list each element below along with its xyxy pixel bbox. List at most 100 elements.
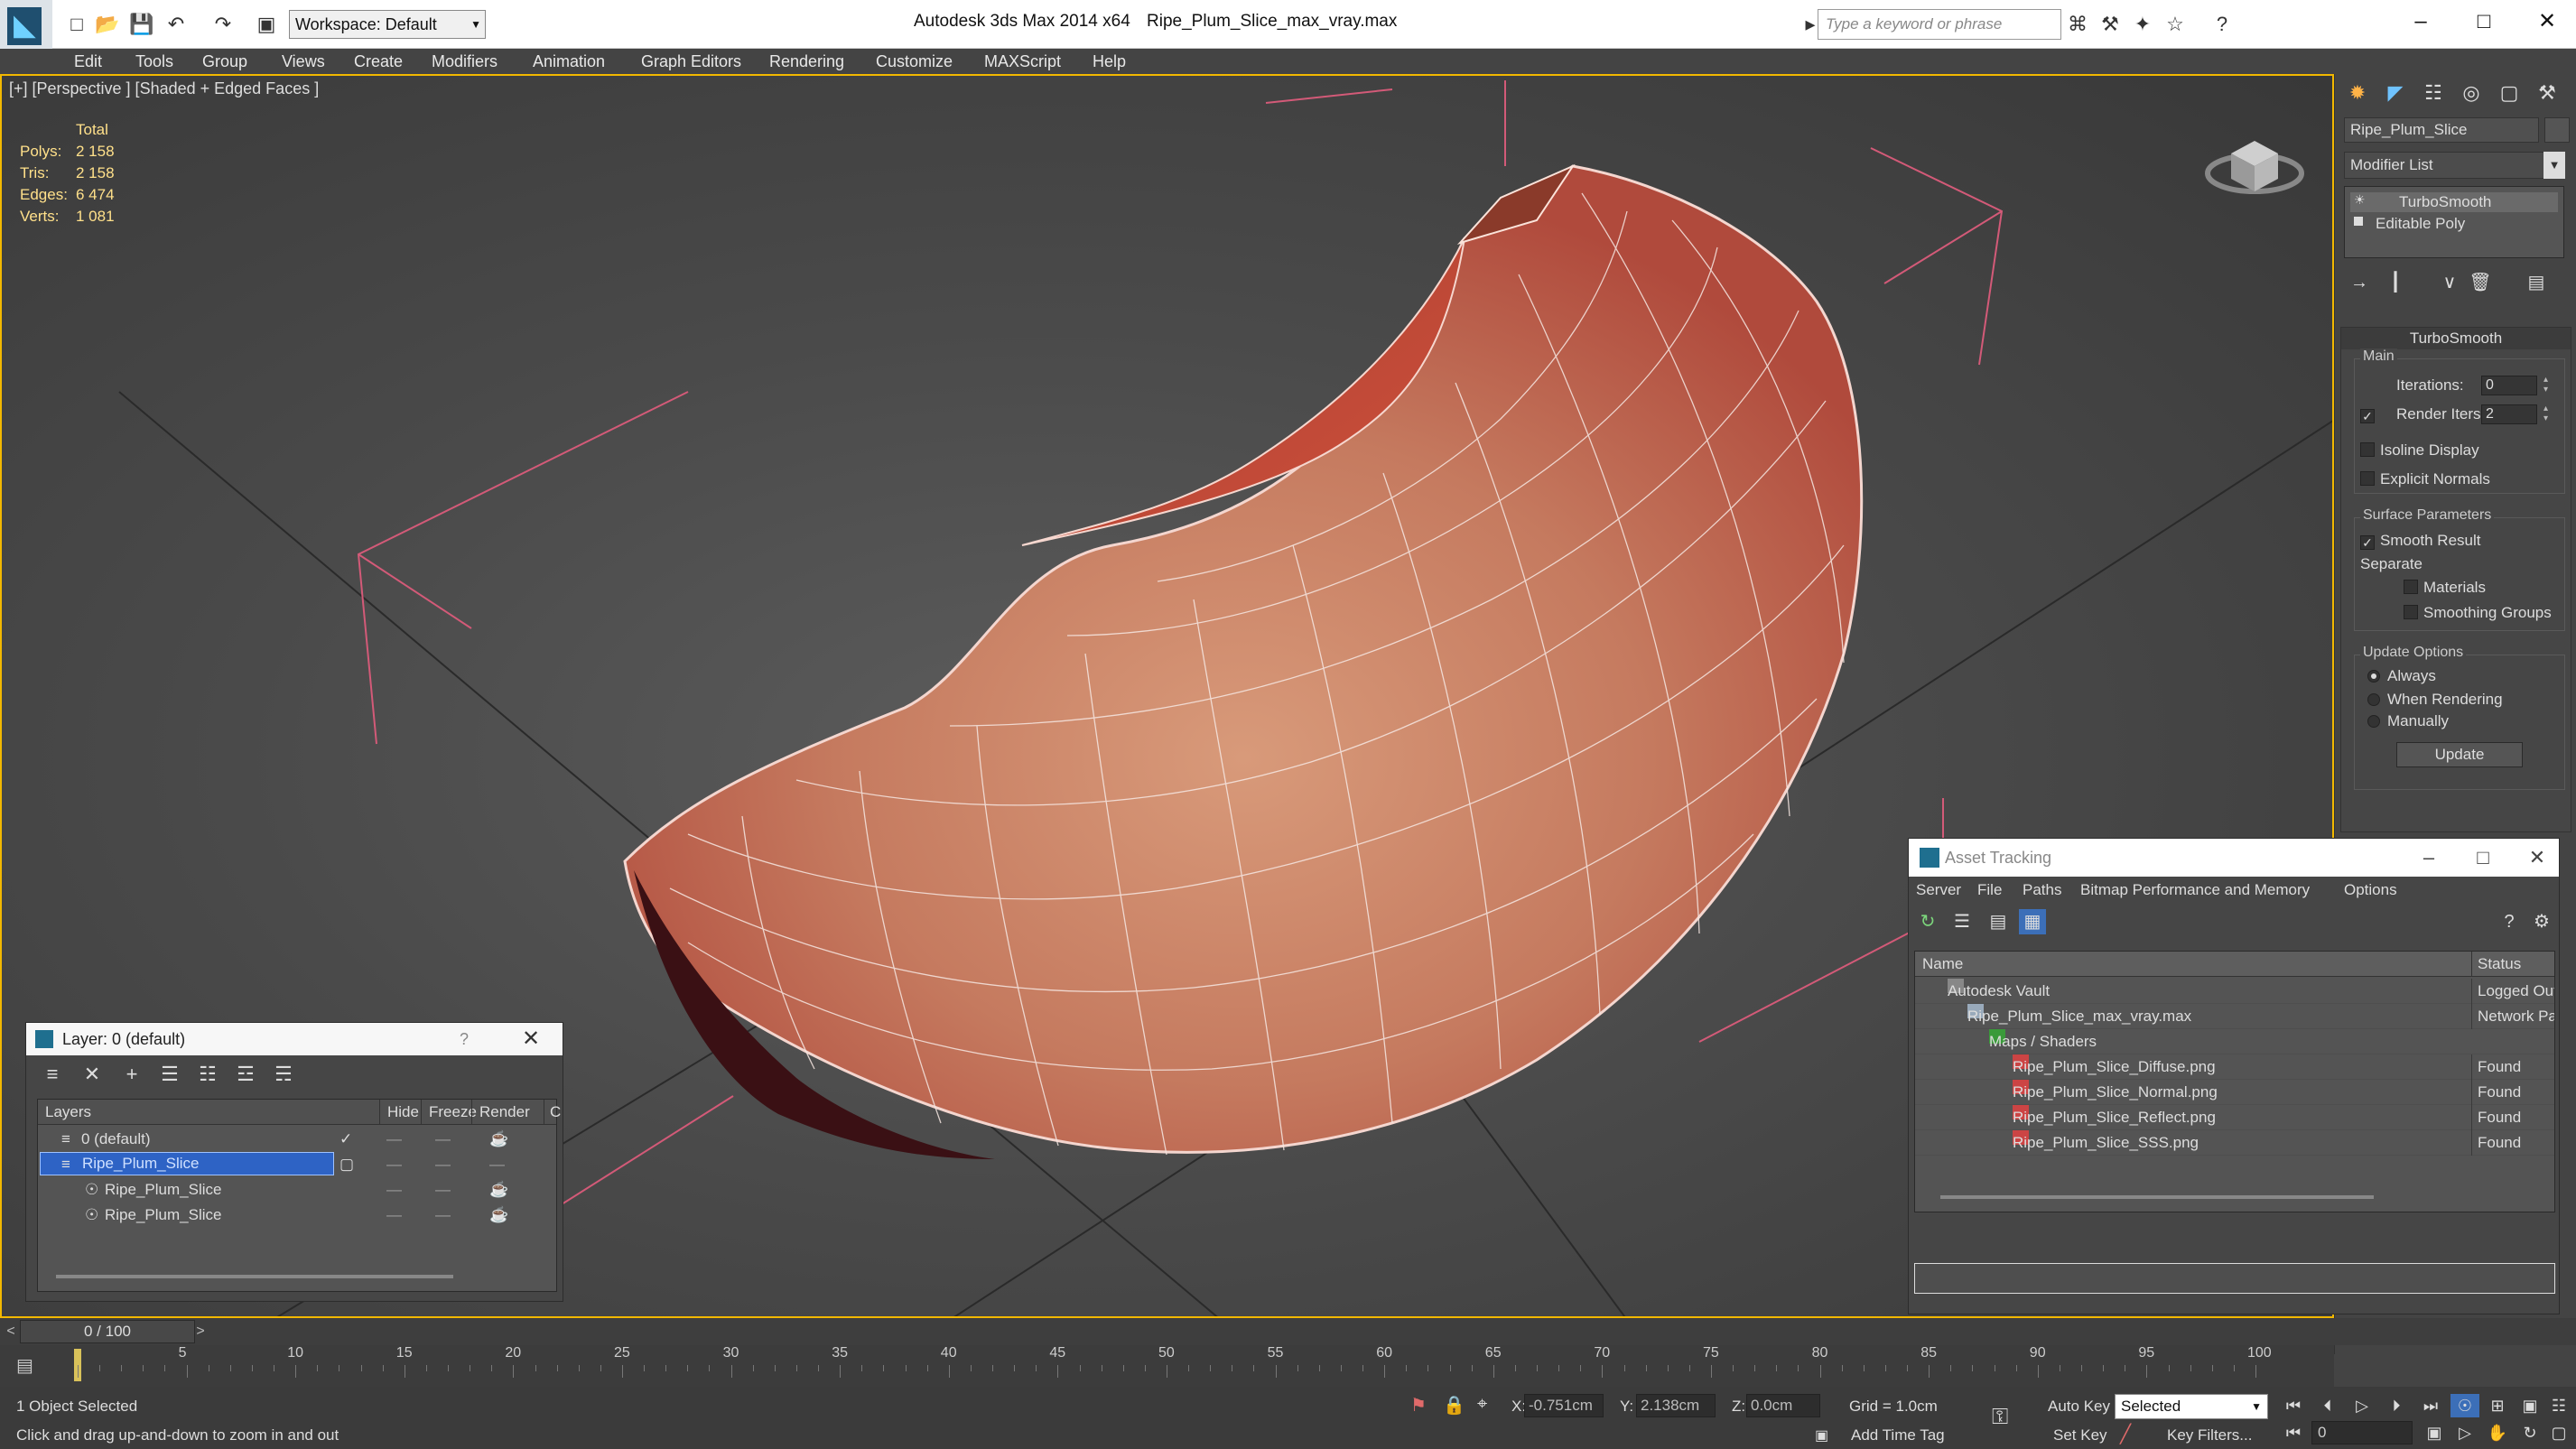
asset-row[interactable]: Ripe_Plum_Slice_Normal.png Found — [1915, 1080, 2554, 1105]
update-manually-option[interactable]: Manually — [2367, 711, 2449, 731]
y-coordinate-field[interactable]: 2.138cm — [1636, 1394, 1716, 1417]
redo-icon[interactable]: ↷ — [209, 11, 237, 38]
asset-row[interactable]: Maps / Shaders — [1915, 1029, 2554, 1054]
binoculars-icon[interactable]: ⌘ — [2064, 11, 2091, 38]
current-frame-field[interactable]: 0 — [2311, 1421, 2413, 1444]
asset-row[interactable]: Autodesk Vault Logged Out — [1915, 979, 2554, 1004]
isolate-selection-icon[interactable]: ⚑ — [1410, 1394, 1427, 1416]
subscription-icon[interactable]: ⚒ — [2097, 11, 2124, 38]
utilities-tab-icon[interactable]: ⚒ — [2532, 79, 2562, 107]
menu-views[interactable]: Views — [282, 49, 325, 74]
create-tab-icon[interactable]: ✹ — [2342, 79, 2373, 107]
maximize-button[interactable]: □ — [2465, 839, 2501, 877]
smooth-result-checkbox[interactable]: ✓ — [2360, 535, 2375, 550]
smooth-result-option[interactable]: ✓ Smooth Result — [2360, 531, 2481, 551]
menu-modifiers[interactable]: Modifiers — [432, 49, 498, 74]
update-always-option[interactable]: Always — [2367, 666, 2436, 686]
menu-server[interactable]: Server — [1916, 877, 1961, 904]
next-frame-icon[interactable]: ⏵ — [2382, 1394, 2411, 1417]
hierarchy-tab-icon[interactable]: ☷ — [2418, 79, 2449, 107]
horizontal-scrollbar[interactable] — [56, 1275, 453, 1278]
app-menu-button[interactable]: ◣ — [0, 0, 52, 52]
add-time-tag-button[interactable]: Add Time Tag — [1851, 1426, 1945, 1444]
search-input[interactable]: Type a keyword or phrase — [1818, 9, 2061, 40]
modifier-list-dropdown[interactable]: Modifier List ▼ — [2344, 152, 2565, 179]
delete-layer-icon[interactable]: ✕ — [79, 1061, 106, 1088]
modify-tab-icon[interactable]: ◤ — [2380, 79, 2411, 107]
freeze-all-layers-icon[interactable]: ☴ — [270, 1061, 297, 1088]
active-layer-check-icon[interactable]: ✓ — [339, 1127, 352, 1152]
menu-bitmap-performance[interactable]: Bitmap Performance and Memory — [2080, 877, 2310, 904]
display-tab-icon[interactable]: ▢ — [2494, 79, 2525, 107]
maximize-button[interactable]: □ — [2461, 5, 2506, 38]
key-mode-toggle-icon[interactable]: ⏮ — [2279, 1421, 2308, 1444]
settings-icon[interactable]: ⚙ — [2528, 909, 2555, 934]
asset-row[interactable]: Ripe_Plum_Slice_Diffuse.png Found — [1915, 1054, 2554, 1080]
lightbulb-icon[interactable]: ☀ — [2354, 192, 2366, 208]
new-layer-icon[interactable]: ≡ — [39, 1061, 66, 1088]
isoline-display-option[interactable]: Isoline Display — [2360, 441, 2479, 460]
layer-window-title[interactable]: Layer: 0 (default) — [26, 1023, 563, 1055]
hide-all-layers-icon[interactable]: ☲ — [232, 1061, 259, 1088]
motion-tab-icon[interactable]: ◎ — [2456, 79, 2487, 107]
help-icon[interactable]: ? — [2209, 11, 2236, 38]
time-slider[interactable]: 0 / 100 — [20, 1320, 195, 1343]
close-icon[interactable]: ✕ — [2519, 839, 2555, 877]
viewport-label[interactable]: [+] [Perspective ] [Shaded + Edged Faces… — [9, 79, 319, 98]
render-teapot-icon[interactable]: ☕ — [489, 1203, 508, 1228]
make-unique-icon[interactable]: ∨ — [2434, 269, 2465, 296]
set-key-button[interactable]: Set Key — [2053, 1426, 2107, 1444]
add-to-layer-icon[interactable]: + — [118, 1061, 145, 1088]
new-file-icon[interactable]: □ — [63, 11, 90, 38]
asset-row[interactable]: Ripe_Plum_Slice_Reflect.png Found — [1915, 1105, 2554, 1130]
stack-item-editable-poly[interactable]: Editable Poly — [2350, 214, 2465, 234]
mini-curve-editor-icon[interactable]: ▤ — [16, 1354, 33, 1377]
time-tag-icon[interactable]: ▣ — [1815, 1426, 1828, 1444]
go-to-start-icon[interactable]: ⏮ — [2279, 1394, 2308, 1417]
menu-tools[interactable]: Tools — [135, 49, 173, 74]
undo-icon[interactable]: ↶ — [163, 11, 190, 38]
set-key-mode-icon[interactable]: ⚿ — [1992, 1405, 2008, 1430]
close-icon[interactable]: ✕ — [517, 1023, 544, 1055]
help-icon[interactable]: ? — [2496, 909, 2523, 934]
asset-path-field[interactable] — [1914, 1263, 2555, 1294]
smoothing-groups-option[interactable]: Smoothing Groups — [2404, 603, 2552, 623]
object-color-swatch[interactable] — [2544, 117, 2570, 143]
menu-paths[interactable]: Paths — [2023, 877, 2061, 904]
list-view-icon[interactable]: ☰ — [1948, 909, 1976, 934]
explicit-normals-checkbox[interactable] — [2360, 471, 2375, 486]
zoom-icon[interactable]: ☉ — [2450, 1394, 2479, 1417]
next-frame-arrow-icon[interactable]: > — [191, 1320, 209, 1343]
asset-row[interactable]: Ripe_Plum_Slice_max_vray.max Network Pa — [1915, 1004, 2554, 1029]
when-rendering-radio[interactable] — [2367, 693, 2380, 706]
render-teapot-icon[interactable]: ☕ — [489, 1177, 508, 1203]
menu-options[interactable]: Options — [2344, 877, 2397, 904]
previous-frame-arrow-icon[interactable]: < — [2, 1320, 20, 1343]
menu-customize[interactable]: Customize — [876, 49, 953, 74]
stack-item-turbosmooth[interactable]: TurboSmooth — [2350, 192, 2558, 212]
menu-group[interactable]: Group — [202, 49, 247, 74]
layer-object-row[interactable]: ☉ Ripe_Plum_Slice — — ☕ — [38, 1203, 556, 1228]
show-end-result-icon[interactable]: ┃ — [2380, 269, 2411, 296]
help-button[interactable]: ? — [451, 1023, 478, 1055]
minimize-button[interactable]: – — [2411, 839, 2447, 877]
table-view-icon[interactable]: ▦ — [2019, 909, 2046, 934]
materials-option[interactable]: Materials — [2404, 578, 2486, 598]
explicit-normals-option[interactable]: Explicit Normals — [2360, 469, 2490, 489]
zoom-all-icon[interactable]: ⊞ — [2483, 1394, 2512, 1417]
rollout-header[interactable]: TurboSmooth — [2341, 328, 2571, 349]
orbit-icon[interactable]: ↻ — [2516, 1421, 2544, 1444]
configure-modifier-sets-icon[interactable]: ▤ — [2521, 269, 2552, 296]
render-iters-spinner[interactable]: 2 — [2481, 404, 2551, 424]
save-icon[interactable]: 💾 — [128, 11, 155, 38]
project-folder-icon[interactable]: ▣ — [253, 11, 280, 38]
menu-file[interactable]: File — [1977, 877, 2002, 904]
pin-stack-icon[interactable]: → — [2344, 269, 2375, 296]
horizontal-scrollbar[interactable] — [1940, 1195, 2374, 1199]
layer-row[interactable]: Ripe_Plum_Slice ≡ ▢ — — — — [38, 1152, 556, 1177]
isoline-display-checkbox[interactable] — [2360, 442, 2375, 457]
smoothing-groups-checkbox[interactable] — [2404, 605, 2418, 619]
menu-animation[interactable]: Animation — [533, 49, 605, 74]
refresh-icon[interactable]: ↻ — [1914, 909, 1941, 934]
update-when-rendering-option[interactable]: When Rendering — [2367, 690, 2503, 710]
